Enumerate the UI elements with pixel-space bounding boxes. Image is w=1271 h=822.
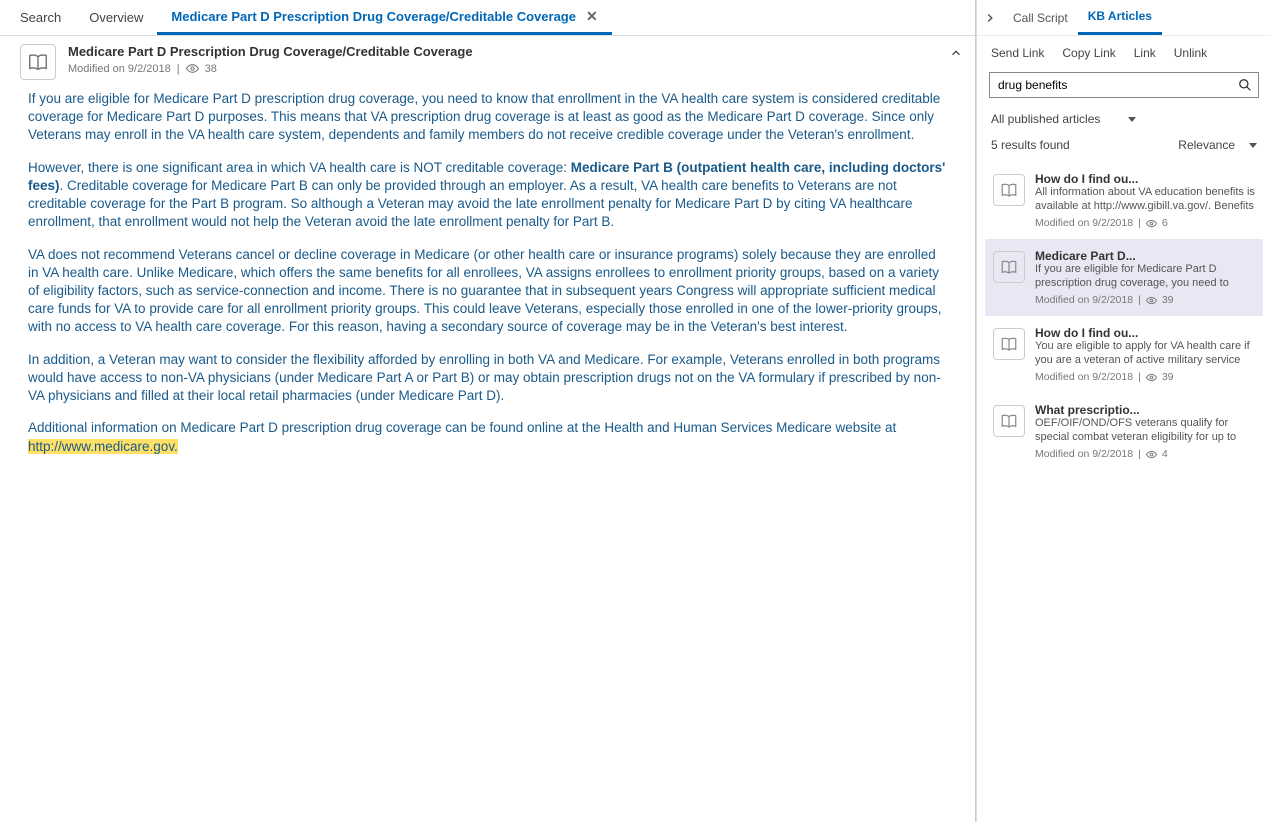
send-link-action[interactable]: Send Link [991,46,1044,60]
collapse-icon[interactable] [949,46,963,60]
result-meta: Modified on 9/2/2018|4 [1035,448,1255,460]
result-snippet: You are eligible to apply for VA health … [1035,340,1255,368]
eye-icon [186,62,199,75]
chevron-down-icon [1128,117,1136,122]
modified-date: Modified on 9/2/2018 [1035,448,1133,460]
eye-icon [1146,449,1157,460]
article-meta: Modified on 9/2/2018 | 38 [68,62,473,75]
eye-icon [1146,218,1157,229]
paragraph: In addition, a Veteran may want to consi… [28,351,947,406]
main-content-area: Search Overview Medicare Part D Prescrip… [0,0,976,822]
modified-date: Modified on 9/2/2018 [68,63,171,75]
article-title: Medicare Part D Prescription Drug Covera… [68,44,473,59]
main-tabs: Search Overview Medicare Part D Prescrip… [0,0,975,36]
eye-icon [1146,372,1157,383]
view-count: 38 [205,63,217,75]
result-title: How do I find ou... [1035,326,1255,340]
results-summary: 5 results found Relevance [977,130,1271,158]
result-title: How do I find ou... [1035,172,1255,186]
view-count: 39 [1162,371,1174,383]
tab-kb-articles[interactable]: KB Articles [1078,0,1162,35]
sort-dropdown[interactable]: Relevance [1178,138,1257,152]
copy-link-action[interactable]: Copy Link [1062,46,1115,60]
article-header: Medicare Part D Prescription Drug Covera… [0,36,975,86]
highlighted-link[interactable]: http://www.medicare.gov. [28,439,178,454]
unlink-action[interactable]: Unlink [1174,46,1207,60]
modified-date: Modified on 9/2/2018 [1035,371,1133,383]
results-count: 5 results found [991,138,1070,152]
tab-label: Search [20,10,61,25]
result-item[interactable]: What prescriptio...OEF/OIF/OND/OFS veter… [985,393,1263,470]
result-meta: Modified on 9/2/2018|39 [1035,371,1255,383]
view-count: 39 [1162,294,1174,306]
result-item[interactable]: How do I find ou...You are eligible to a… [985,316,1263,393]
tab-call-script[interactable]: Call Script [1003,0,1078,35]
book-icon [993,251,1025,283]
book-icon [993,174,1025,206]
result-snippet: All information about VA education benef… [1035,186,1255,214]
view-count: 6 [1162,217,1168,229]
result-title: Medicare Part D... [1035,249,1255,263]
chevron-down-icon [1249,143,1257,148]
sort-label: Relevance [1178,138,1235,152]
book-icon [993,328,1025,360]
kb-sidebar: Call Script KB Articles Send Link Copy L… [976,0,1271,822]
tab-label: Overview [89,10,143,25]
result-meta: Modified on 9/2/2018|39 [1035,294,1255,306]
paragraph: Additional information on Medicare Part … [28,419,947,455]
book-icon [993,405,1025,437]
eye-icon [1146,295,1157,306]
tab-label: Medicare Part D Prescription Drug Covera… [171,9,576,24]
result-item[interactable]: How do I find ou...All information about… [985,162,1263,239]
tab-article[interactable]: Medicare Part D Prescription Drug Covera… [157,0,611,35]
tab-overview[interactable]: Overview [75,0,157,35]
search-icon[interactable] [1232,78,1258,92]
paragraph: If you are eligible for Medicare Part D … [28,90,947,145]
filter-label: All published articles [991,112,1100,126]
sidebar-actions: Send Link Copy Link Link Unlink [977,36,1271,66]
modified-date: Modified on 9/2/2018 [1035,217,1133,229]
view-count: 4 [1162,448,1168,460]
expand-icon[interactable] [977,11,1003,25]
result-meta: Modified on 9/2/2018|6 [1035,217,1255,229]
tab-search[interactable]: Search [6,0,75,35]
filter-dropdown[interactable]: All published articles [977,104,1271,130]
search-box [989,72,1259,98]
result-snippet: If you are eligible for Medicare Part D … [1035,263,1255,291]
close-icon[interactable]: ✕ [586,8,598,25]
link-action[interactable]: Link [1134,46,1156,60]
article-body: If you are eligible for Medicare Part D … [0,86,975,480]
result-snippet: OEF/OIF/OND/OFS veterans qualify for spe… [1035,417,1255,445]
search-input[interactable] [990,78,1232,92]
results-list: How do I find ou...All information about… [977,158,1271,822]
paragraph: VA does not recommend Veterans cancel or… [28,246,947,337]
result-item[interactable]: Medicare Part D...If you are eligible fo… [985,239,1263,316]
modified-date: Modified on 9/2/2018 [1035,294,1133,306]
book-icon [20,44,56,80]
paragraph: However, there is one significant area i… [28,159,947,232]
result-title: What prescriptio... [1035,403,1255,417]
sidebar-header: Call Script KB Articles [977,0,1271,36]
